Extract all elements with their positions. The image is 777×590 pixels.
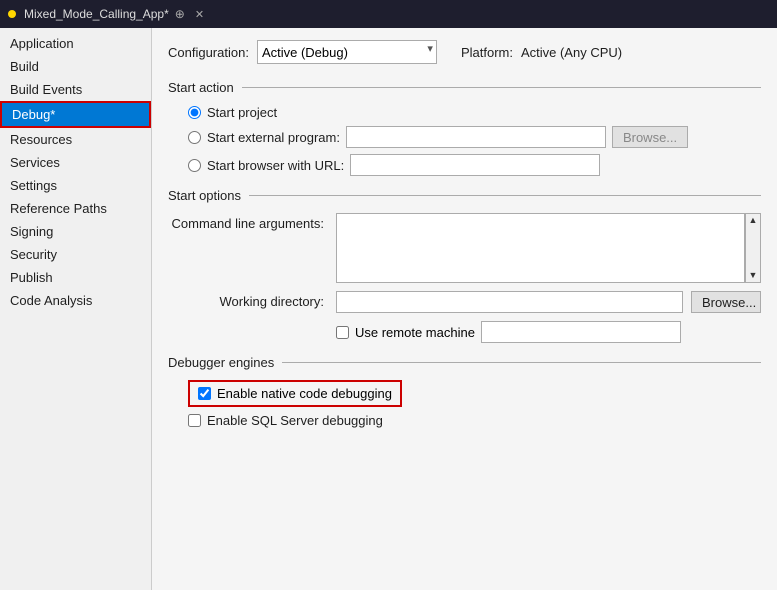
cmdargs-row: Command line arguments: ▲ ▼ [168, 213, 761, 283]
sidebar-item-services[interactable]: Services [0, 151, 151, 174]
workdir-control [336, 291, 683, 313]
sidebar-item-build-events[interactable]: Build Events [0, 78, 151, 101]
start-action-header: Start action [168, 80, 761, 95]
sidebar-item-reference-paths[interactable]: Reference Paths [0, 197, 151, 220]
tab-label: Mixed_Mode_Calling_App* [24, 7, 169, 21]
workdir-browse-button[interactable]: Browse... [691, 291, 761, 313]
cmdargs-label: Command line arguments: [168, 213, 328, 231]
remote-machine-input[interactable] [481, 321, 681, 343]
sidebar-item-publish[interactable]: Publish [0, 266, 151, 289]
sidebar-item-security[interactable]: Security [0, 243, 151, 266]
tab-pin[interactable]: ⊕ [175, 7, 185, 21]
radio-start-external-input[interactable] [188, 131, 201, 144]
config-row: Configuration: Active (Debug) Platform: … [168, 40, 761, 64]
cmdargs-textarea-wrapper: ▲ ▼ [336, 213, 761, 283]
native-debug-box: Enable native code debugging [188, 380, 402, 407]
start-options-header: Start options [168, 188, 761, 203]
radio-start-browser-input[interactable] [188, 159, 201, 172]
radio-start-browser: Start browser with URL: [188, 154, 761, 176]
config-label: Configuration: [168, 45, 249, 60]
scroll-down-icon[interactable]: ▼ [746, 269, 760, 282]
content-area: Configuration: Active (Debug) Platform: … [152, 28, 777, 590]
sql-debug-row: Enable SQL Server debugging [188, 413, 761, 428]
native-debug-label: Enable native code debugging [217, 386, 392, 401]
sidebar-item-resources[interactable]: Resources [0, 128, 151, 151]
sidebar-item-signing[interactable]: Signing [0, 220, 151, 243]
sidebar-item-application[interactable]: Application [0, 32, 151, 55]
radio-start-project: Start project [188, 105, 761, 120]
cmdargs-control: ▲ ▼ [336, 213, 761, 283]
radio-start-project-input[interactable] [188, 106, 201, 119]
start-external-input[interactable] [346, 126, 606, 148]
title-bar: Mixed_Mode_Calling_App* ⊕ ✕ [0, 0, 777, 28]
config-select[interactable]: Active (Debug) [257, 40, 437, 64]
remote-row: Use remote machine [168, 321, 761, 343]
sidebar-item-debug[interactable]: Debug* [0, 101, 151, 128]
sidebar-item-code-analysis[interactable]: Code Analysis [0, 289, 151, 312]
config-select-wrapper[interactable]: Active (Debug) [257, 40, 437, 64]
remote-machine-label: Use remote machine [355, 325, 475, 340]
sidebar: Application Build Build Events Debug* Re… [0, 28, 152, 590]
platform-label: Platform: [461, 45, 513, 60]
workdir-browse-btn-wrapper: Browse... [691, 291, 761, 313]
native-debug-checkbox[interactable] [198, 387, 211, 400]
cmdargs-textarea[interactable] [336, 213, 745, 283]
scroll-up-icon[interactable]: ▲ [746, 214, 760, 227]
sql-debug-label: Enable SQL Server debugging [207, 413, 383, 428]
radio-start-external: Start external program: Browse... [188, 126, 761, 148]
tab-close-icon[interactable]: ✕ [195, 8, 204, 21]
debugger-engines-header: Debugger engines [168, 355, 761, 370]
sidebar-item-build[interactable]: Build [0, 55, 151, 78]
sidebar-item-settings[interactable]: Settings [0, 174, 151, 197]
start-action-options: Start project Start external program: Br… [168, 105, 761, 176]
platform-value: Active (Any CPU) [521, 45, 622, 60]
start-external-browse-button[interactable]: Browse... [612, 126, 688, 148]
workdir-input[interactable] [336, 291, 683, 313]
radio-start-browser-label: Start browser with URL: [207, 158, 344, 173]
debugger-engines-options: Enable native code debugging Enable SQL … [168, 380, 761, 428]
radio-start-project-label: Start project [207, 105, 277, 120]
main-container: Application Build Build Events Debug* Re… [0, 28, 777, 590]
cmdargs-scrollbar: ▲ ▼ [745, 213, 761, 283]
sql-debug-checkbox[interactable] [188, 414, 201, 427]
radio-start-external-label: Start external program: [207, 130, 340, 145]
remote-control: Use remote machine [336, 321, 681, 343]
remote-spacer [168, 331, 328, 334]
start-browser-input[interactable] [350, 154, 600, 176]
remote-machine-checkbox[interactable] [336, 326, 349, 339]
title-dot [8, 10, 16, 18]
workdir-label: Working directory: [168, 291, 328, 309]
workdir-row: Working directory: Browse... [168, 291, 761, 313]
